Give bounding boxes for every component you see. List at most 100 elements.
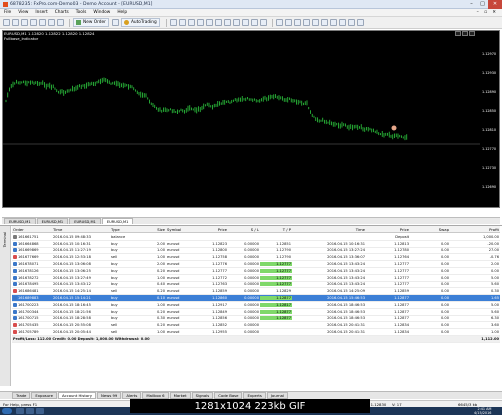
column-header[interactable]: T / P: [260, 226, 292, 232]
table-row[interactable]: 161678272 2016.04.15 13:27:49 buy 1.00 eurus…: [12, 275, 500, 282]
chart-close-button[interactable]: [469, 31, 475, 36]
navigator-icon[interactable]: [39, 19, 46, 26]
text-tool-icon[interactable]: [338, 19, 346, 26]
terminal-icon[interactable]: [48, 19, 55, 26]
column-header[interactable]: Size: [144, 226, 166, 232]
horizontal-line-icon[interactable]: [302, 19, 310, 26]
new-order-button[interactable]: New Order: [73, 18, 109, 27]
column-header[interactable]: Order: [12, 226, 52, 232]
chart-shift-icon[interactable]: [232, 19, 240, 26]
metaeditor-icon[interactable]: [111, 19, 119, 26]
chart-tab[interactable]: EURUSD,M1: [69, 218, 101, 224]
chart-tab[interactable]: EURUSD,M1: [4, 218, 36, 224]
chart-minimize-button[interactable]: [455, 31, 461, 36]
chart-tab-active[interactable]: EURUSD,M1: [101, 218, 134, 224]
close-button[interactable]: ✕: [488, 0, 502, 9]
child-window-controls[interactable]: – ▫ ✕: [477, 10, 498, 15]
terminal-tab-signals[interactable]: Signals: [191, 392, 214, 399]
trade-marker[interactable]: [391, 125, 397, 131]
indicators-icon[interactable]: [241, 19, 249, 26]
profiles-icon[interactable]: [12, 19, 19, 26]
menu-file[interactable]: File: [4, 10, 11, 15]
terminal-tab-experts[interactable]: Experts: [243, 392, 266, 399]
cell-cprice: 1.12877: [394, 302, 409, 307]
vertical-line-icon[interactable]: [293, 19, 301, 26]
column-header[interactable]: Time: [52, 226, 110, 232]
menu-window[interactable]: Window: [93, 10, 110, 15]
table-row[interactable]: 161705789 2016.04.15 20:05:44 sell 1.00 euru…: [12, 329, 500, 336]
terminal-tab-journal[interactable]: Journal: [266, 392, 289, 399]
column-header[interactable]: Swap: [410, 226, 450, 232]
table-cell: 3.60: [450, 323, 500, 327]
table-row[interactable]: 161700715 2016.04.15 18:28:58 buy 0.30 eurus…: [12, 316, 500, 323]
terminal-tab-mailbox[interactable]: Mailbox 6: [142, 392, 169, 399]
autoscroll-icon[interactable]: [223, 19, 231, 26]
autotrading-button[interactable]: AutoTrading: [120, 18, 160, 27]
start-button[interactable]: [2, 408, 12, 414]
table-row[interactable]: 161686481 2016.04.15 14:25:14 sell 0.20 euru…: [12, 288, 500, 296]
terminal-tab-account-history[interactable]: Account History: [57, 392, 97, 399]
data-window-icon[interactable]: [30, 19, 37, 26]
terminal-tab-code-base[interactable]: Code Base: [214, 392, 243, 399]
terminal-tab-alerts[interactable]: Alerts: [122, 392, 142, 399]
trendline-icon[interactable]: [311, 19, 319, 26]
chart-maximize-button[interactable]: [462, 31, 468, 36]
periods-icon[interactable]: [250, 19, 258, 26]
sell-order-icon: [13, 289, 17, 294]
menu-help[interactable]: Help: [117, 10, 127, 15]
table-row[interactable]: 161661751 2016.04.15 09:48:33 balance Depos…: [12, 234, 500, 241]
channel-icon[interactable]: [320, 19, 328, 26]
sell-order-icon: [13, 323, 17, 328]
table-row[interactable]: 161664868 2016.04.15 10:16:31 buy 2.00 eurus…: [12, 241, 500, 248]
taskbar-app-icon[interactable]: [26, 408, 34, 414]
table-row[interactable]: 161700344 2016.04.15 18:21:56 buy 0.20 eurus…: [12, 309, 500, 316]
zoom-out-icon[interactable]: [205, 19, 213, 26]
column-header[interactable]: Price: [196, 226, 228, 232]
zoom-in-icon[interactable]: [196, 19, 204, 26]
cursor-icon[interactable]: [275, 19, 283, 26]
menu-insert[interactable]: Insert: [35, 10, 47, 15]
column-header[interactable]: Price: [366, 226, 410, 232]
menu-tools[interactable]: Tools: [76, 10, 87, 15]
table-row[interactable]: 161677669 2016.04.15 12:53:18 sell 1.00 euru…: [12, 254, 500, 262]
table-row[interactable]: 161705435 2016.04.15 20:55:08 sell 0.20 euru…: [12, 322, 500, 330]
column-header[interactable]: Profit: [450, 226, 500, 232]
table-cell: 2016.04.15 10:16:31: [52, 242, 110, 246]
table-row[interactable]: 161678071 2016.04.15 13:06:08 buy 2.00 eurus…: [12, 261, 500, 268]
table-row[interactable]: 161678126 2016.04.15 13:06:25 buy 0.20 eurus…: [12, 268, 500, 275]
terminal-tab-news[interactable]: News 99: [97, 392, 122, 399]
line-chart-icon[interactable]: [187, 19, 195, 26]
taskbar-app-icon[interactable]: [36, 408, 44, 414]
crosshair-icon[interactable]: [284, 19, 292, 26]
taskbar-app-icon[interactable]: [16, 408, 24, 414]
cell-tp: 1.12777: [276, 262, 291, 267]
menu-charts[interactable]: Charts: [55, 10, 69, 15]
templates-icon[interactable]: [259, 19, 267, 26]
tester-icon[interactable]: [57, 19, 64, 26]
price-chart[interactable]: [2, 40, 482, 206]
arrows-icon[interactable]: [356, 19, 364, 26]
market-watch-icon[interactable]: [21, 19, 28, 26]
table-row[interactable]: 161669869 2016.04.15 11:27:19 buy 1.00 eurus…: [12, 248, 500, 255]
minimize-button[interactable]: –: [466, 0, 477, 9]
candlestick-icon[interactable]: [178, 19, 186, 26]
maximize-button[interactable]: □: [477, 0, 488, 9]
table-row[interactable]: 161700223 2016.04.15 18:16:45 buy 1.00 eurus…: [12, 302, 500, 309]
column-header[interactable]: Time: [292, 226, 366, 232]
tile-windows-icon[interactable]: [214, 19, 222, 26]
terminal-tab-exposure[interactable]: Exposure: [31, 392, 57, 399]
column-header[interactable]: S / L: [228, 226, 260, 232]
label-tool-icon[interactable]: [347, 19, 355, 26]
table-row[interactable]: 161678495 2016.04.15 13:43:12 buy 0.40 eurus…: [12, 282, 500, 289]
fibonacci-icon[interactable]: [329, 19, 337, 26]
table-row[interactable]: 161689883 2016.04.15 15:14:21 buy 0.10 eurus…: [12, 295, 500, 302]
menu-view[interactable]: View: [18, 10, 28, 15]
column-header[interactable]: Symbol: [166, 226, 196, 232]
chart-tab[interactable]: EURUSD,M1: [36, 218, 69, 224]
new-chart-icon[interactable]: [3, 19, 10, 26]
terminal-tab-trade[interactable]: Trade: [12, 392, 31, 399]
bar-chart-icon[interactable]: [169, 19, 177, 26]
column-header[interactable]: Type: [110, 226, 144, 232]
terminal-tab-market[interactable]: Market: [169, 392, 191, 399]
table-cell: 1.00: [144, 303, 166, 307]
